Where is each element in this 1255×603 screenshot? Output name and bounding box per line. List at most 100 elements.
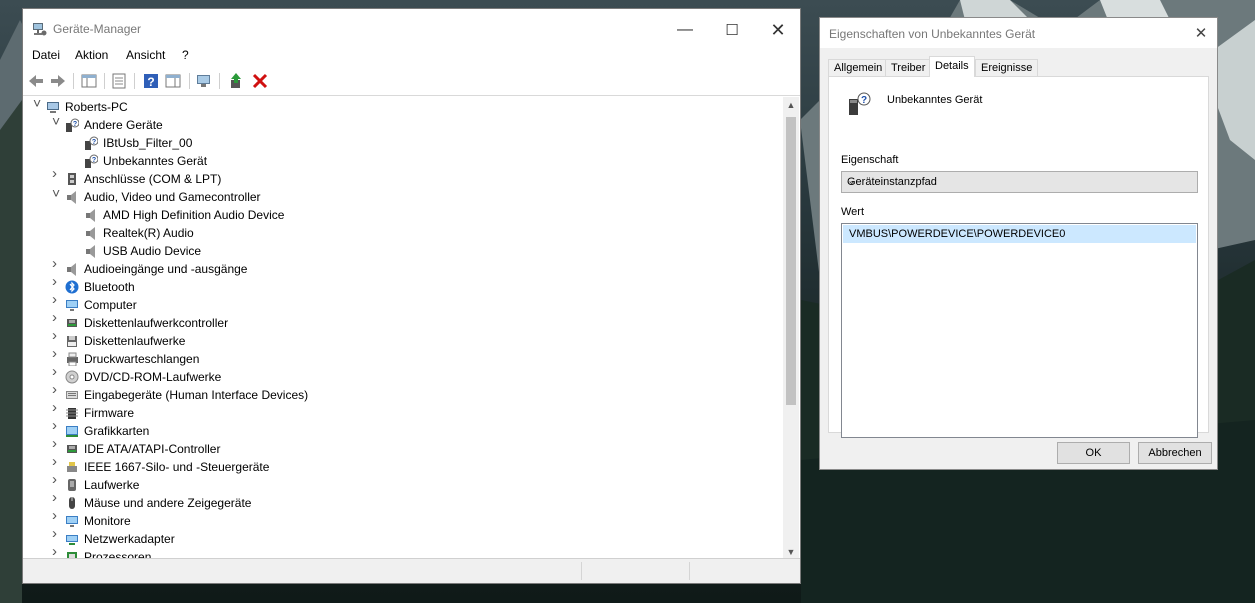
chevron-right-icon[interactable]: › [52,382,62,397]
value-list[interactable]: VMBUS\POWERDEVICE\POWERDEVICE0 [841,223,1198,438]
chevron-right-icon[interactable]: › [52,454,62,469]
update-driver-icon[interactable] [228,72,246,90]
tree-item-label: IBtUsb_Filter_00 [103,136,193,150]
back-arrow-icon[interactable] [27,72,45,90]
tree-item[interactable]: › Diskettenlaufwerke [23,328,785,350]
chevron-right-icon[interactable]: › [52,292,62,307]
chevron-right-icon[interactable]: › [52,256,62,271]
tree-item[interactable]: ˅ Roberts-PC [23,97,785,116]
chevron-right-icon[interactable]: › [52,328,62,343]
tree-item[interactable]: › Grafikkarten [23,418,785,440]
tree-item-label: Audioeingänge und -ausgänge [84,262,248,276]
vertical-scrollbar[interactable]: ▲ ▼ [783,97,799,560]
tree-item-label: Mäuse und andere Zeigegeräte [84,496,252,510]
menu-datei[interactable]: Datei [32,48,60,62]
status-bar [23,558,800,583]
unknown-device-icon: ? [85,154,98,168]
tree-item-label: Grafikkarten [84,424,150,438]
chevron-down-icon[interactable]: ˅ [52,186,62,200]
chevron-right-icon[interactable]: › [52,436,62,451]
bluetooth-icon [65,280,79,294]
tab-allgemein[interactable]: Allgemein [828,59,889,76]
properties-icon[interactable] [110,72,128,90]
tree-item-label: Computer [84,298,137,312]
chevron-right-icon[interactable]: › [52,310,62,325]
tree-item[interactable]: › IEEE 1667-Silo- und -Steuergeräte [23,454,785,476]
tree-item[interactable]: › IDE ATA/ATAPI-Controller [23,436,785,458]
tree-item[interactable]: ˅ Audio, Video und Gamecontroller [23,186,785,206]
tree-item[interactable]: Realtek(R) Audio [23,224,785,242]
tree-item[interactable]: AMD High Definition Audio Device [23,206,785,224]
chevron-right-icon[interactable]: › [52,526,62,541]
tree-item[interactable]: › Firmware [23,400,785,422]
tree-item-label: Anschlüsse (COM & LPT) [84,172,222,186]
close-button[interactable]: ✕ [755,17,801,43]
tab-ereignisse[interactable]: Ereignisse [975,59,1039,76]
menu-aktion[interactable]: Aktion [75,48,108,62]
device-manager-icon [33,23,47,36]
tree-item[interactable]: › Diskettenlaufwerkcontroller [23,310,785,332]
tree-item[interactable]: ? Unbekanntes Gerät [23,152,785,170]
unknown-device-icon: ? [849,92,871,115]
device-tree[interactable]: ˅ Roberts-PC ˅? Andere Geräte? IBtUsb_Filter… [23,97,785,560]
scroll-up-icon[interactable]: ▲ [783,97,799,113]
tree-item[interactable]: › Anschlüsse (COM & LPT) [23,166,785,188]
tree-item[interactable]: › Mäuse und andere Zeigegeräte [23,490,785,512]
tree-item-label: Firmware [84,406,134,420]
chevron-right-icon[interactable]: › [52,490,62,505]
tree-item[interactable]: › Netzwerkadapter [23,526,785,548]
tree-item[interactable]: › Computer [23,292,785,314]
device-name: Unbekanntes Gerät [887,94,983,106]
cancel-button[interactable]: Abbrechen [1138,442,1212,464]
close-icon: ✕ [770,19,786,40]
property-select[interactable]: Geräteinstanzpfad ⌄ [841,171,1198,193]
chevron-right-icon[interactable]: › [52,166,62,181]
tree-item[interactable]: › Bluetooth [23,274,785,296]
tree-item[interactable]: ? IBtUsb_Filter_00 [23,134,785,152]
chevron-right-icon[interactable]: › [52,508,62,523]
action-pane-icon[interactable] [164,72,182,90]
tree-item-label: Netzwerkadapter [84,532,175,546]
show-hide-console-tree-icon[interactable] [80,72,98,90]
minimize-button[interactable]: — [662,17,708,43]
chevron-down-icon[interactable]: ˅ [52,114,62,128]
tree-item[interactable]: › DVD/CD-ROM-Laufwerke [23,364,785,386]
chevron-right-icon[interactable]: › [52,418,62,433]
tree-item[interactable]: › Druckwarteschlangen [23,346,785,368]
svg-text:?: ? [147,75,154,89]
chevron-right-icon[interactable]: › [52,400,62,415]
chevron-right-icon[interactable]: › [52,364,62,379]
dialog-close-icon[interactable]: ✕ [1191,24,1211,44]
svg-text:?: ? [92,157,96,164]
value-row[interactable]: VMBUS\POWERDEVICE\POWERDEVICE0 [843,225,1196,243]
tab-details[interactable]: Details [929,56,975,77]
tree-item[interactable]: ˅? Andere Geräte [23,114,785,134]
minimize-icon: — [677,21,693,38]
tree-item[interactable]: › Eingabegeräte (Human Interface Devices) [23,382,785,404]
device-manager-titlebar[interactable]: Geräte-Manager — ☐ ✕ [23,9,800,49]
tree-item[interactable]: USB Audio Device [23,242,785,260]
tree-item-label: DVD/CD-ROM-Laufwerke [84,370,222,384]
tree-item-label: Diskettenlaufwerke [84,334,186,348]
chevron-right-icon[interactable]: › [52,544,62,559]
scrollbar-thumb[interactable] [786,117,796,405]
tree-item[interactable]: › Laufwerke [23,472,785,494]
tree-item[interactable]: › Audioeingänge und -ausgänge [23,256,785,278]
forward-arrow-icon[interactable] [49,72,67,90]
dialog-titlebar[interactable]: Eigenschaften von Unbekanntes Gerät ✕ [820,18,1217,48]
chevron-right-icon[interactable]: › [52,346,62,361]
menu-help[interactable]: ? [182,48,189,62]
floppy-icon [67,336,77,347]
chevron-right-icon[interactable]: › [52,472,62,487]
property-label: Eigenschaft [841,154,899,166]
chevron-right-icon[interactable]: › [52,274,62,289]
help-icon[interactable]: ? [142,72,160,90]
chevron-down-icon[interactable]: ˅ [33,97,43,110]
tab-treiber[interactable]: Treiber [885,59,932,76]
ok-button[interactable]: OK [1057,442,1130,464]
menu-ansicht[interactable]: Ansicht [126,48,165,62]
maximize-button[interactable]: ☐ [709,17,755,43]
uninstall-device-icon[interactable] [251,72,269,90]
tree-item[interactable]: › Monitore [23,508,785,530]
scan-hardware-icon[interactable] [195,72,213,90]
